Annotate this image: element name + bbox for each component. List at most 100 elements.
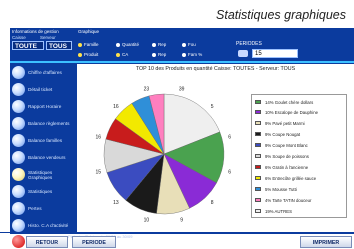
- sphere-icon: [12, 66, 25, 79]
- sidebar: Chiffre d'affaires Détail ticket Rapport…: [10, 64, 76, 232]
- sidebar-item-balance-reglements[interactable]: Balance règlements: [12, 115, 74, 132]
- sidebar-item-chiffre-affaires[interactable]: Chiffre d'affaires: [12, 64, 74, 81]
- sidebar-item-balance-familles[interactable]: Balance familles: [12, 132, 74, 149]
- option-famille[interactable]: Famille: [78, 42, 99, 47]
- radio-icon: [116, 42, 120, 47]
- legend-label: 6% Entrecôte grillée sauce: [265, 175, 317, 181]
- legend-label: 9% Coupe Nougat: [265, 131, 301, 137]
- legend-item: 9% Coupe Mont Blanc: [255, 142, 308, 148]
- sidebar-item-label: Histo. C.A d'activité: [28, 223, 69, 228]
- sidebar-item-rapport-horaire[interactable]: Rapport Horaire: [12, 98, 74, 115]
- data-label: 23: [144, 86, 150, 92]
- chart-panel: TOP 10 des Produits en quantité Caisse: …: [77, 64, 354, 232]
- sidebar-item-label: Pertes: [28, 206, 42, 211]
- filters-title: Informations de gestion: [12, 29, 59, 34]
- data-label: 16: [96, 134, 102, 140]
- option-fam-pct[interactable]: Fam %: [182, 52, 202, 57]
- data-label: 6: [228, 170, 231, 176]
- caisse-label: Caisse: [12, 35, 26, 40]
- radio-icon: [152, 42, 156, 47]
- option-fou[interactable]: Fou: [182, 42, 196, 47]
- legend-swatch: [255, 100, 261, 104]
- legend-item: 10% Escalope de Dauphine: [255, 109, 318, 115]
- option-ca[interactable]: CA: [116, 52, 128, 57]
- radio-icon: [78, 52, 82, 57]
- legend-label: 10% Escalope de Dauphine: [265, 109, 319, 115]
- option-rep[interactable]: Rep: [152, 42, 166, 47]
- sidebar-item-balance-vendeurs[interactable]: Balance vendeurs: [12, 149, 74, 166]
- data-label: 39: [179, 86, 185, 92]
- legend-swatch: [255, 132, 261, 136]
- legend-label: 9% Coupe Mont Blanc: [265, 142, 308, 148]
- sphere-icon: [12, 83, 25, 96]
- legend-item: 9% Soupe de poissons: [255, 153, 309, 159]
- sidebar-item-label: Balance règlements: [28, 121, 70, 126]
- radio-icon: [78, 42, 82, 47]
- legend-swatch: [255, 121, 261, 125]
- data-label: 13: [113, 200, 119, 206]
- data-label: 5: [211, 104, 214, 110]
- data-label: 16: [113, 104, 119, 110]
- radio-icon: [182, 52, 186, 57]
- legend-item: 6% Entrecôte grillée sauce: [255, 175, 316, 181]
- sphere-icon: [12, 117, 25, 130]
- back-icon[interactable]: [12, 235, 25, 248]
- sphere-icon: [12, 219, 25, 232]
- legend-label: 14% Goulet chère dollars: [265, 99, 314, 105]
- option-label: CA: [122, 52, 129, 57]
- sidebar-item-label: Statistiques Graphiques: [28, 169, 53, 180]
- periode-title: PERIODES: [236, 41, 262, 47]
- periode-button[interactable]: PERIODE: [72, 236, 116, 248]
- legend-swatch: [255, 165, 261, 169]
- sphere-icon: [12, 168, 25, 181]
- option-label: Produit: [84, 52, 99, 57]
- page-heading: Statistiques graphiques: [216, 8, 346, 22]
- legend-item: 5% Mousse Tutti: [255, 186, 297, 192]
- legend-item: 9% Pavé petit Marmi: [255, 120, 305, 126]
- sidebar-item-detail-ticket[interactable]: Détail ticket: [12, 81, 74, 98]
- option-rep2[interactable]: Rep: [152, 52, 166, 57]
- sidebar-item-pertes[interactable]: Pertes: [12, 200, 74, 217]
- serveur-select[interactable]: TOUS: [46, 41, 72, 50]
- caisse-select[interactable]: TOUTE: [12, 41, 44, 50]
- legend-item: 6% Gratin à l'ancienne: [255, 164, 308, 170]
- sidebar-item-label: Chiffre d'affaires: [28, 70, 62, 75]
- pointer-line: [0, 232, 38, 233]
- legend-swatch: [255, 187, 261, 191]
- sphere-icon: [12, 202, 25, 215]
- retour-button[interactable]: RETOUR: [26, 236, 68, 248]
- legend-swatch: [255, 209, 261, 213]
- option-label: Quantité: [122, 42, 140, 47]
- pie-chart: 39 5 6 6 8 9 10 13 15 16 16 23: [96, 86, 232, 224]
- serveur-label: Serveur: [40, 35, 56, 40]
- data-label: 15: [96, 170, 102, 176]
- calendar-icon[interactable]: [238, 50, 248, 57]
- legend-swatch: [255, 154, 261, 158]
- radio-icon: [116, 52, 120, 57]
- periode-input[interactable]: 15: [252, 49, 298, 58]
- option-label: Fam %: [188, 52, 203, 57]
- legend-label: 9% Pavé petit Marmi: [265, 120, 305, 126]
- header-divider: [10, 61, 354, 63]
- sphere-icon: [12, 134, 25, 147]
- legend-label: 6% Gratin à l'ancienne: [265, 164, 309, 170]
- data-label: 6: [228, 134, 231, 140]
- bottom-bar: RETOUR PERIODE IMPRIMER: [10, 234, 354, 248]
- chart-legend: 14% Goulet chère dollars 10% Escalope de…: [251, 94, 347, 218]
- sidebar-item-label: Balance familles: [28, 138, 63, 143]
- option-quantite[interactable]: Quantité: [116, 42, 139, 47]
- graph-type-label: Graphique: [78, 29, 100, 34]
- legend-swatch: [255, 198, 261, 202]
- option-label: Rep: [158, 52, 167, 57]
- sidebar-item-statistiques-graphiques[interactable]: Statistiques Graphiques: [12, 166, 74, 183]
- imprimer-button[interactable]: IMPRIMER: [300, 236, 352, 248]
- sphere-icon: [12, 151, 25, 164]
- legend-item: 4% Tarte TATIN douceur: [255, 197, 312, 203]
- option-produit[interactable]: Produit: [78, 52, 98, 57]
- legend-swatch: [255, 110, 261, 114]
- legend-label: 9% Soupe de poissons: [265, 153, 309, 159]
- sidebar-item-statistiques[interactable]: Statistiques: [12, 183, 74, 200]
- sphere-icon: [12, 100, 25, 113]
- sidebar-item-label: Statistiques: [28, 189, 53, 194]
- data-label: 9: [180, 218, 183, 224]
